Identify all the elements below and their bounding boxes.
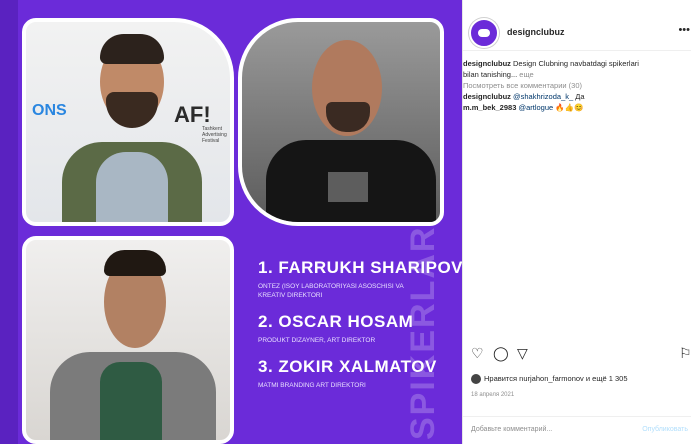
likes-text: Нравится nurjahon_farmonov и ещё 1 305 — [484, 374, 628, 383]
caption-text: Design Clubning navbatdagi spikerlari — [513, 59, 639, 68]
post-header: designclubuz ••• — [463, 12, 691, 51]
comment-author[interactable]: m.m_bek_2983 — [463, 103, 516, 112]
view-comments-link[interactable]: Посмотреть все комментарии (30) — [463, 80, 691, 91]
caption-text-2: bilan tanishing... — [463, 70, 518, 79]
person-hair — [104, 250, 166, 276]
publish-comment-button[interactable]: Опубликовать — [642, 426, 688, 433]
comment-input[interactable]: Добавьте комментарий... — [471, 426, 552, 433]
share-icon[interactable]: ▽ — [517, 345, 528, 362]
bookmark-icon[interactable]: ⚐ — [679, 345, 691, 362]
speaker-role: ONTEZ (ISOY LABORATORIYASI ASOSCHISI VA … — [258, 283, 404, 299]
likes-summary[interactable]: Нравится nurjahon_farmonov и ещё 1 305 — [471, 374, 628, 385]
liker-avatar — [471, 374, 481, 385]
speaker-role: PRODUKT DIZAYNER, ART DIREKTOR — [258, 337, 376, 344]
comment-author[interactable]: designclubuz — [463, 92, 511, 101]
logo-icon — [478, 29, 490, 37]
shirt-print — [328, 172, 368, 202]
person-hair — [100, 34, 164, 64]
person-shirt — [100, 362, 162, 440]
comment-icon[interactable]: ◯ — [493, 345, 509, 362]
caption-author[interactable]: designclubuz — [463, 59, 511, 68]
comment-emoji: 🔥👍😊 — [555, 103, 584, 112]
comment-mention[interactable]: @shakhrizoda_k_ — [513, 92, 573, 101]
comment-mention[interactable]: @artlogue — [518, 103, 553, 112]
speaker-photo-3 — [22, 236, 234, 444]
banner-left-text: ONS — [32, 102, 67, 119]
caption-line-1: designclubuz Design Clubning navbatdagi … — [463, 58, 691, 69]
vertical-watermark: SPIKERLAR — [404, 225, 442, 440]
speaker-role: MATMI BRANDING ART DIREKTORI — [258, 382, 366, 389]
more-horizontal-icon[interactable]: ••• — [678, 24, 690, 36]
heart-icon[interactable]: ♡ — [471, 345, 484, 362]
comment-1: designclubuz @shakhrizoda_k_ Да — [463, 91, 691, 102]
caption-line-2: bilan tanishing... еще — [463, 69, 691, 80]
image-edge — [0, 0, 18, 444]
instagram-post-view: ONS AF! Tashkent Advertising Festival 1.… — [0, 0, 691, 444]
person-shirt — [96, 152, 168, 222]
caption-more-link[interactable]: еще — [519, 70, 533, 79]
comment-bar: Добавьте комментарий... Опубликовать — [463, 416, 691, 445]
banner-small-text: Tashkent Advertising Festival — [202, 126, 227, 144]
speaker-photo-1: ONS AF! Tashkent Advertising Festival — [22, 18, 234, 226]
comment-2: m.m_bek_2983 @artlogue 🔥👍😊 — [463, 102, 691, 113]
profile-username[interactable]: designclubuz — [507, 27, 565, 37]
comment-text: Да — [575, 92, 585, 101]
banner-right-text: AF! — [174, 102, 211, 127]
profile-avatar[interactable] — [469, 18, 499, 48]
speaker-photo-2 — [238, 18, 444, 226]
post-side-panel: designclubuz ••• designclubuz Design Clu… — [462, 0, 691, 444]
post-image[interactable]: ONS AF! Tashkent Advertising Festival 1.… — [0, 0, 462, 444]
post-date: 18 апреля 2021 — [471, 392, 515, 398]
post-caption: designclubuz Design Clubning navbatdagi … — [463, 58, 691, 113]
person-beard — [106, 92, 158, 128]
post-actions: ♡ ◯ ▽ ⚐ — [471, 345, 691, 365]
